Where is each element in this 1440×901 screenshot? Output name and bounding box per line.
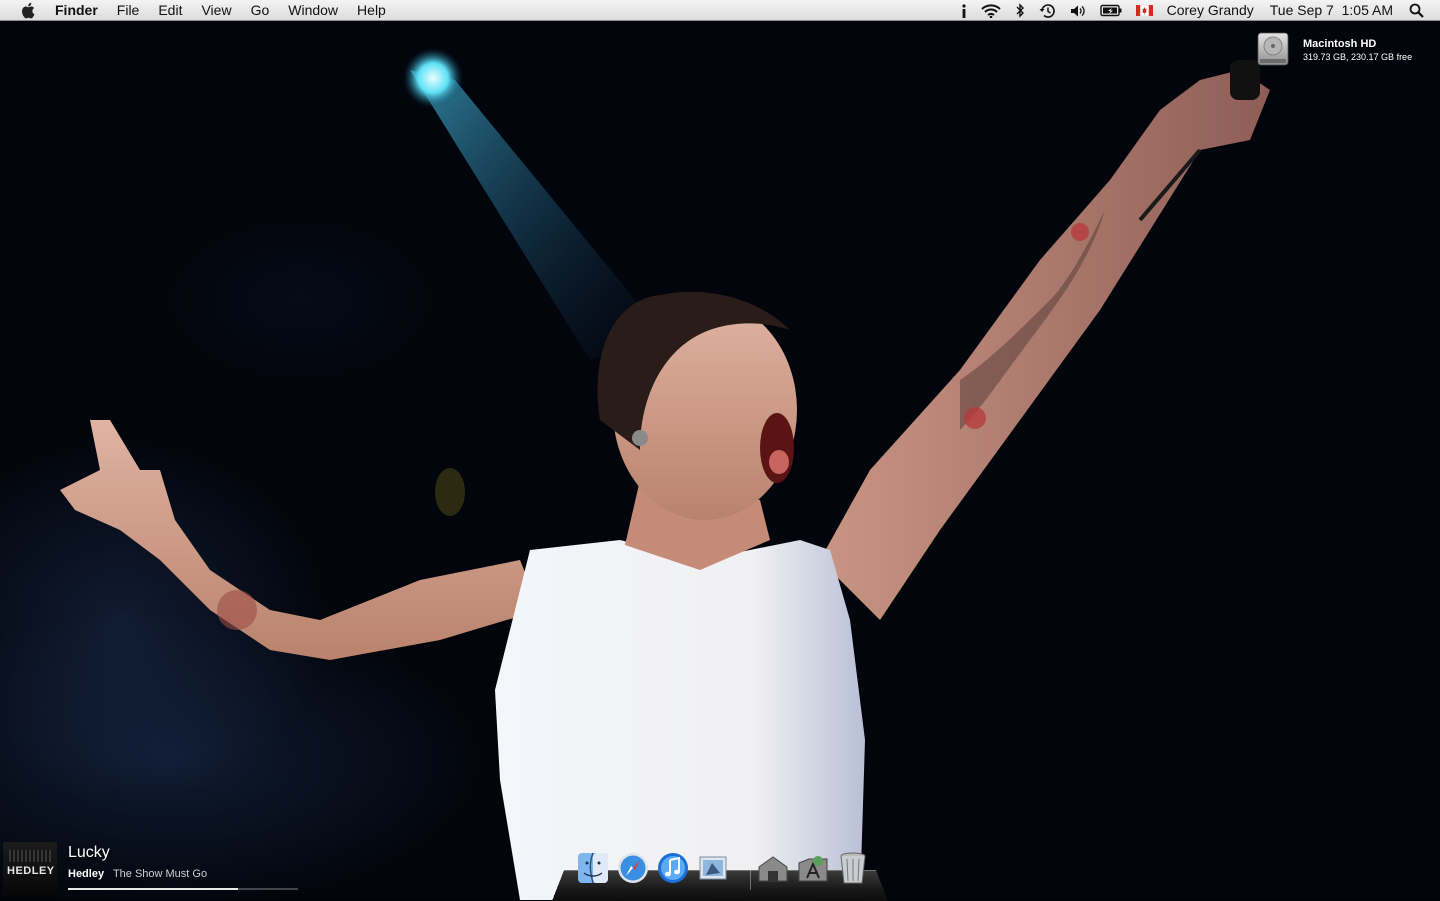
home-folder-icon[interactable] (754, 848, 792, 888)
menu-app-name[interactable]: Finder (55, 0, 98, 21)
wifi-icon[interactable] (980, 0, 1001, 21)
finder-icon[interactable] (574, 848, 612, 888)
album-art-text: HEDLEY (7, 865, 55, 877)
info-icon[interactable] (961, 0, 967, 21)
playback-progress-bar[interactable] (68, 888, 298, 890)
volume-icon[interactable] (1070, 0, 1086, 21)
track-subtitle: Hedley The Show Must Go (68, 868, 207, 880)
itunes-icon[interactable] (654, 848, 692, 888)
safari-icon[interactable] (614, 848, 652, 888)
menu-window[interactable]: Window (288, 0, 338, 21)
disk-name-label: Macintosh HD (1303, 38, 1377, 50)
wallpaper-artwork (60, 48, 1270, 900)
track-title: Lucky (68, 844, 110, 861)
apple-menu-icon[interactable] (19, 1, 37, 19)
trash-icon[interactable] (834, 848, 872, 888)
menu-edit[interactable]: Edit (158, 0, 182, 21)
now-playing-widget: HEDLEY Lucky Hedley The Show Must Go (0, 838, 310, 900)
menu-go[interactable]: Go (251, 0, 270, 21)
desktop-wallpaper (0, 0, 1440, 900)
clock[interactable]: Tue Sep 7 1:05 AM (1270, 0, 1393, 21)
spotlight-search-icon[interactable] (1409, 0, 1424, 21)
desktop-disk-macintosh-hd[interactable]: Macintosh HD 319.73 GB, 230.17 GB free (1254, 30, 1434, 70)
menu-view[interactable]: View (201, 0, 231, 21)
canada-flag-icon[interactable] (1135, 0, 1153, 21)
disk-info-label: 319.73 GB, 230.17 GB free (1303, 52, 1413, 62)
user-name[interactable]: Corey Grandy (1167, 0, 1254, 21)
mail-icon[interactable] (694, 848, 732, 888)
track-artist: Hedley (68, 868, 105, 880)
menu-help[interactable]: Help (357, 0, 386, 21)
time-machine-icon[interactable] (1039, 0, 1056, 21)
playback-progress-fill (68, 888, 239, 890)
dock-separator (750, 870, 751, 890)
bluetooth-icon[interactable] (1015, 0, 1025, 21)
album-art-pattern (9, 850, 51, 862)
menu-bar: Finder File Edit View Go Window Help Cor… (0, 0, 1440, 21)
applications-folder-icon[interactable] (794, 848, 832, 888)
menu-file[interactable]: File (117, 0, 140, 21)
track-album: The Show Must Go (112, 868, 208, 880)
album-art[interactable]: HEDLEY (3, 842, 57, 896)
battery-icon[interactable] (1099, 0, 1122, 21)
menu-bar-extras: Corey Grandy Tue Sep 7 1:05 AM (961, 0, 1440, 21)
hard-drive-icon[interactable] (1254, 30, 1292, 68)
